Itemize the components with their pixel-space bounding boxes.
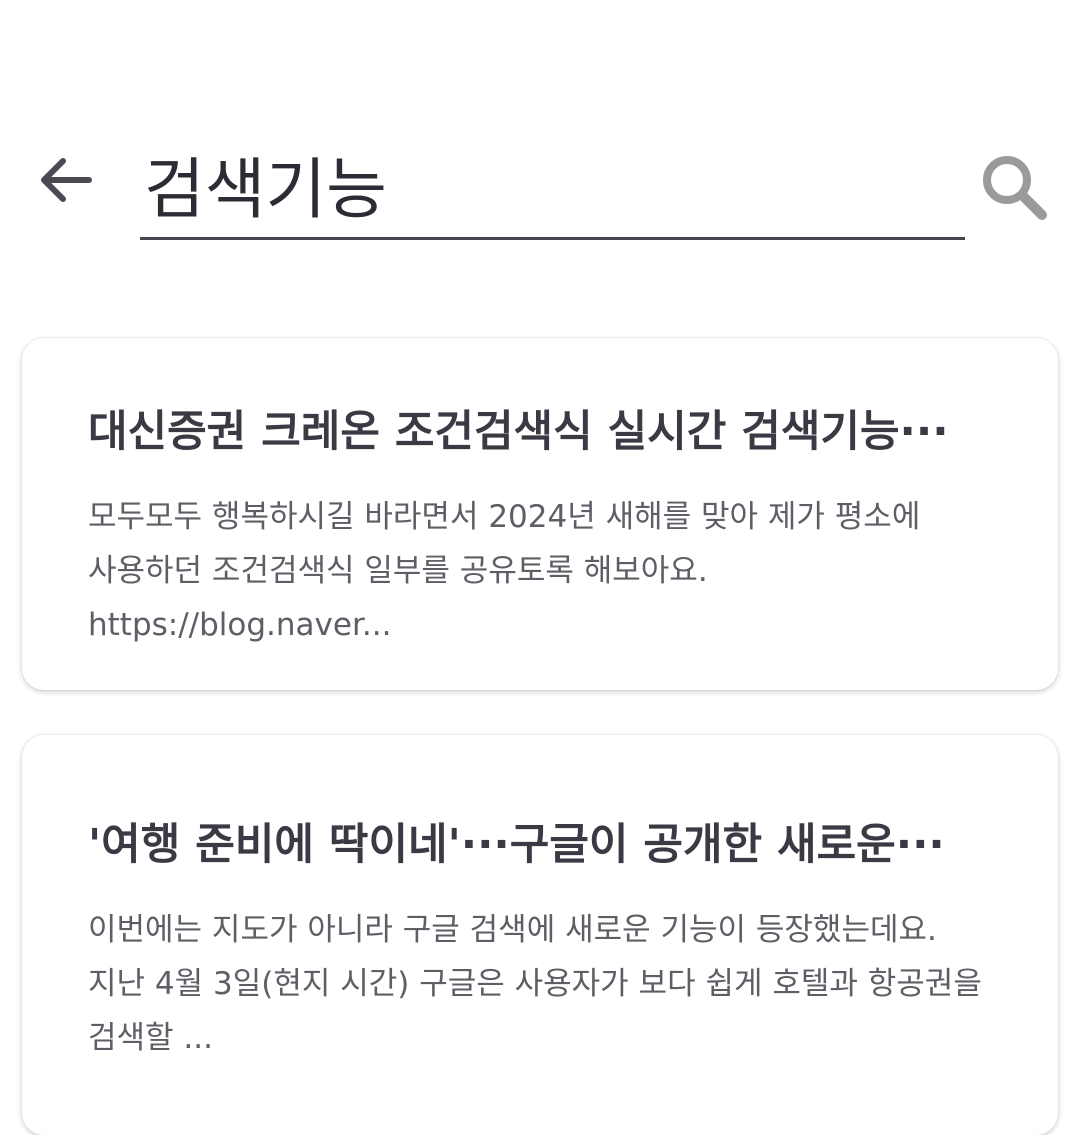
result-card[interactable]: '여행 준비에 딱이네'···구글이 공개한 새로운··· 이번에는 지도가 아… <box>22 735 1058 1135</box>
arrow-left-icon <box>41 158 92 202</box>
result-title: 대신증권 크레온 조건검색식 실시간 검색기능··· <box>88 407 949 457</box>
search-button[interactable] <box>972 146 1056 230</box>
result-card[interactable]: 대신증권 크레온 조건검색식 실시간 검색기능··· 모두모두 행복하시길 바라… <box>22 338 1058 690</box>
search-field[interactable] <box>140 130 965 240</box>
result-snippet: 모두모두 행복하시길 바라면서 2024년 새해를 맞아 제가 평소에 사용하던… <box>88 499 921 643</box>
search-input[interactable] <box>140 130 965 237</box>
magnifier-icon <box>983 156 1047 220</box>
search-bar <box>0 120 1080 260</box>
result-title: '여행 준비에 딱이네'···구글이 공개한 새로운··· <box>88 820 945 870</box>
result-snippet: 이번에는 지도가 아니라 구글 검색에 새로운 기능이 등장했는데요. 지난 4… <box>88 912 982 1056</box>
back-button[interactable] <box>30 148 102 212</box>
